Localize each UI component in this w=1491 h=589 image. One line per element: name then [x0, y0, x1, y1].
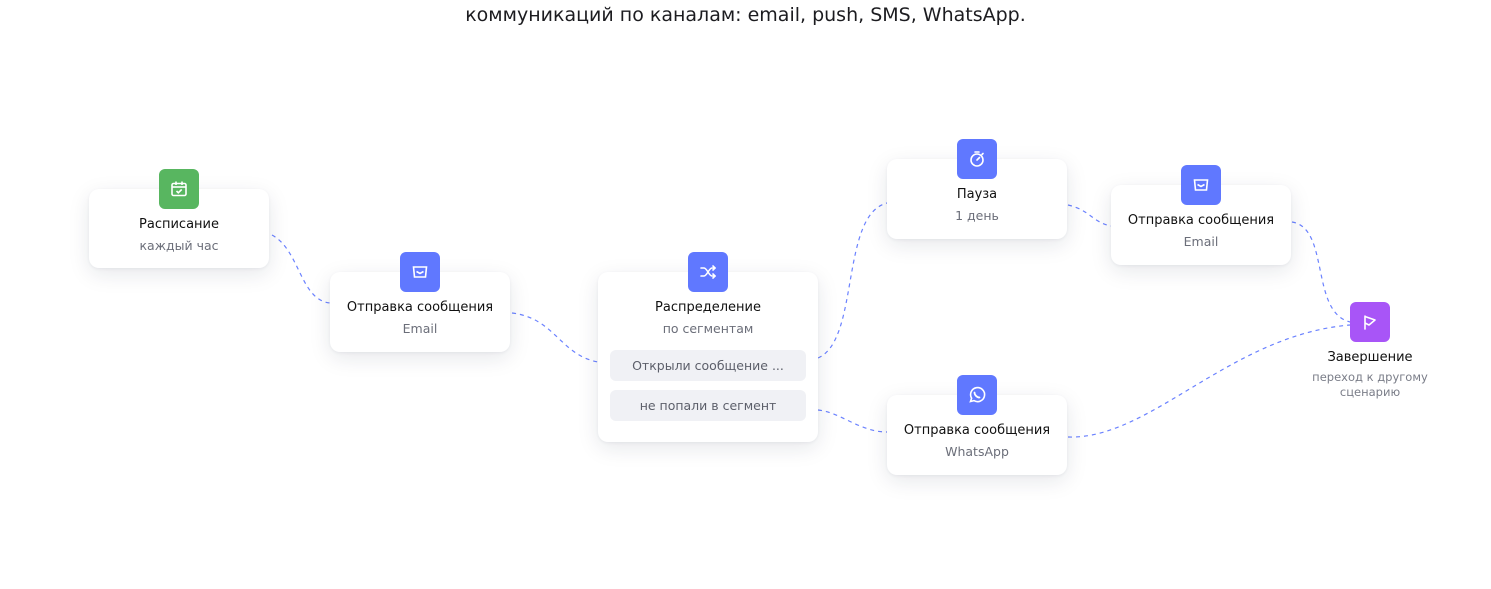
node-subtitle: 1 день	[955, 208, 999, 223]
node-finish[interactable]: Завершение переход к другому сценарию	[1310, 302, 1430, 400]
link-whatsapp-finish	[1067, 324, 1351, 438]
node-title: Распределение	[655, 300, 761, 315]
link-distribution-pause	[817, 202, 888, 359]
node-schedule[interactable]: Расписание каждый час	[89, 169, 269, 268]
shuffle-icon	[688, 252, 728, 292]
node-title: Пауза	[956, 187, 998, 202]
calendar-icon	[159, 169, 199, 209]
node-send-email-1[interactable]: Отправка сообщения Email	[330, 252, 510, 352]
whatsapp-icon	[957, 375, 997, 415]
node-distribution[interactable]: Распределение по сегментам Открыли сообщ…	[598, 252, 818, 442]
node-subtitle: Email	[402, 321, 438, 336]
envelope-icon	[400, 252, 440, 292]
node-subtitle: каждый час	[139, 238, 219, 253]
node-title: Расписание	[139, 217, 219, 232]
link-email-distribution	[511, 312, 599, 363]
node-send-email-2[interactable]: Отправка сообщения Email	[1111, 165, 1291, 265]
link-schedule-email	[271, 234, 331, 304]
node-subtitle: переход к другому сценарию	[1312, 370, 1428, 399]
node-title: Завершение	[1327, 350, 1413, 365]
flag-icon	[1350, 302, 1390, 342]
envelope-icon	[1181, 165, 1221, 205]
node-send-whatsapp[interactable]: Отправка сообщения WhatsApp	[887, 375, 1067, 475]
node-subtitle: Email	[1183, 234, 1219, 249]
node-title: Отправка сообщения	[903, 423, 1051, 438]
link-distribution-whatsapp	[817, 409, 888, 433]
node-subtitle: WhatsApp	[945, 444, 1009, 459]
node-pause[interactable]: Пауза 1 день	[887, 139, 1067, 239]
node-title: Отправка сообщения	[346, 300, 494, 315]
node-title: Отправка сообщения	[1127, 213, 1275, 228]
stopwatch-icon	[957, 139, 997, 179]
link-pause-email2	[1067, 204, 1112, 227]
branch-not-in-segment[interactable]: не попали в сегмент	[610, 390, 806, 421]
branch-opened-message[interactable]: Открыли сообщение ...	[610, 350, 806, 381]
node-subtitle: по сегментам	[662, 321, 754, 336]
